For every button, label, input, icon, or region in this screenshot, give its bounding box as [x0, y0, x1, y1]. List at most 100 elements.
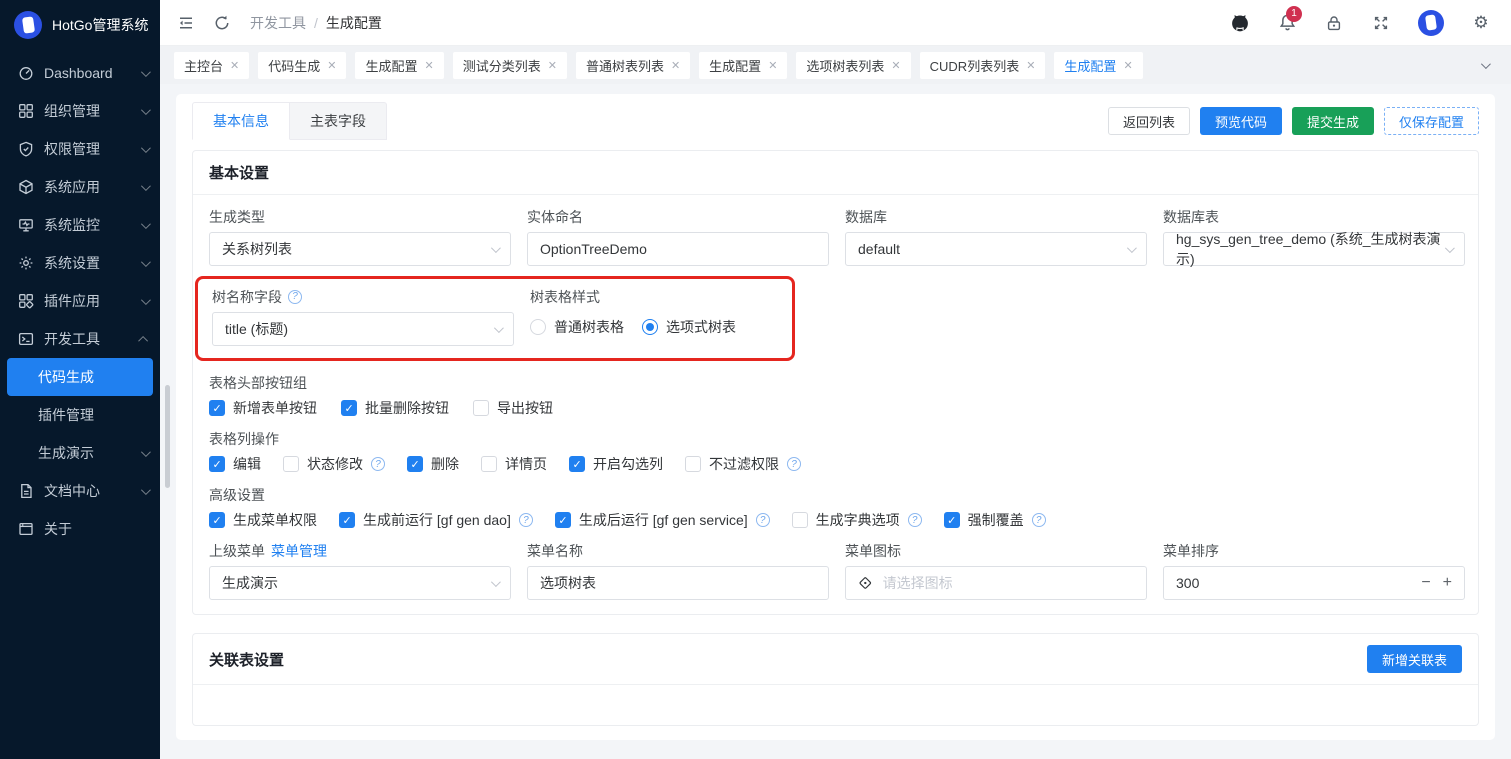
- settings-gear-icon[interactable]: ⚙: [1471, 13, 1491, 33]
- minus-button[interactable]: −: [1421, 575, 1430, 591]
- menu-sort-value[interactable]: 300: [1176, 575, 1421, 591]
- sidebar-subitem-codegen[interactable]: 代码生成: [7, 358, 153, 396]
- nav-tab[interactable]: 测试分类列表: [453, 52, 567, 79]
- section-title: 基本设置: [193, 151, 1478, 195]
- app-title: HotGo管理系统: [52, 15, 148, 35]
- monitor-icon: [18, 217, 34, 233]
- help-icon[interactable]: [1032, 513, 1046, 527]
- sidebar-item-label: 关于: [44, 519, 148, 539]
- sidebar-item-sysmonitor[interactable]: 系统监控: [0, 206, 160, 244]
- save-config-only-button[interactable]: 仅保存配置: [1384, 107, 1479, 135]
- nav-tab[interactable]: 选项树表列表: [796, 52, 910, 79]
- nav-tab[interactable]: 主控台: [174, 52, 249, 79]
- database-table-select[interactable]: hg_sys_gen_tree_demo (系统_生成树表演示): [1163, 232, 1465, 266]
- tab-list-dropdown[interactable]: [1471, 62, 1497, 69]
- checkbox-delete[interactable]: 删除: [407, 454, 459, 474]
- checkbox-check-column[interactable]: 开启勾选列: [569, 454, 663, 474]
- radio-normal-tree[interactable]: 普通树表格: [530, 317, 624, 337]
- nav-tab[interactable]: 生成配置: [699, 52, 787, 79]
- cube-icon: [18, 179, 34, 195]
- close-icon[interactable]: [230, 59, 239, 72]
- nav-tab[interactable]: 代码生成: [258, 52, 346, 79]
- nav-tab[interactable]: CUDR列表列表: [920, 52, 1046, 79]
- checkbox-dict-options[interactable]: 生成字典选项: [792, 510, 922, 530]
- header-actions: 1 ⚙: [1230, 10, 1491, 36]
- nav-tab[interactable]: 生成配置: [355, 52, 443, 79]
- close-icon[interactable]: [768, 59, 777, 72]
- checkbox-edit[interactable]: 编辑: [209, 454, 261, 474]
- help-icon[interactable]: [756, 513, 770, 527]
- nav-tab-active[interactable]: 生成配置: [1054, 52, 1142, 79]
- chevron-down-icon: [141, 67, 151, 77]
- sidebar-item-devtools[interactable]: 开发工具: [0, 320, 160, 358]
- refresh-icon[interactable]: [212, 13, 232, 33]
- sidebar-item-docs[interactable]: 文档中心: [0, 472, 160, 510]
- sidebar-item-sysapp[interactable]: 系统应用: [0, 168, 160, 206]
- sidebar-item-org[interactable]: 组织管理: [0, 92, 160, 130]
- scrollbar-thumb[interactable]: [165, 385, 170, 488]
- add-relation-table-button[interactable]: 新增关联表: [1367, 645, 1462, 673]
- checkbox-run-before[interactable]: 生成前运行 [gf gen dao]: [339, 510, 533, 530]
- help-icon[interactable]: [787, 457, 801, 471]
- gen-type-select[interactable]: 关系树列表: [209, 232, 511, 266]
- back-to-list-button[interactable]: 返回列表: [1108, 107, 1190, 135]
- menu-manage-link[interactable]: 菜单管理: [271, 541, 327, 561]
- menu-name-input[interactable]: [540, 575, 816, 591]
- close-icon[interactable]: [548, 59, 557, 72]
- checkbox-export[interactable]: 导出按钮: [473, 398, 553, 418]
- checkbox-batch-delete[interactable]: 批量删除按钮: [341, 398, 449, 418]
- aim-diamond-icon[interactable]: [858, 575, 873, 591]
- help-icon[interactable]: [288, 290, 302, 304]
- menu-icon-input[interactable]: [883, 575, 1134, 591]
- tab-main-fields[interactable]: 主表字段: [290, 102, 387, 140]
- close-icon[interactable]: [327, 59, 336, 72]
- checkbox-checked-icon: [339, 512, 355, 528]
- parent-menu-select[interactable]: 生成演示: [209, 566, 511, 600]
- field-database-table: 数据库表 hg_sys_gen_tree_demo (系统_生成树表演示): [1163, 207, 1465, 266]
- tree-name-select[interactable]: title (标题): [212, 312, 514, 346]
- checkbox-force-overwrite[interactable]: 强制覆盖: [944, 510, 1046, 530]
- checkbox-detail-page[interactable]: 详情页: [481, 454, 547, 474]
- checkbox-checked-icon: [209, 456, 225, 472]
- checkbox-gen-menu-auth[interactable]: 生成菜单权限: [209, 510, 317, 530]
- plus-button[interactable]: +: [1443, 575, 1452, 591]
- close-icon[interactable]: [424, 59, 433, 72]
- database-select[interactable]: default: [845, 232, 1147, 266]
- github-icon[interactable]: [1230, 13, 1250, 33]
- breadcrumb-parent[interactable]: 开发工具: [250, 13, 306, 33]
- tab-basic-info[interactable]: 基本信息: [192, 102, 290, 140]
- lock-icon[interactable]: [1324, 13, 1344, 33]
- field-label: 生成类型: [209, 207, 511, 226]
- submit-generate-button[interactable]: 提交生成: [1292, 107, 1374, 135]
- radio-label: 选项式树表: [666, 317, 736, 337]
- chevron-down-icon: [494, 323, 504, 333]
- sidebar-item-syssettings[interactable]: 系统设置: [0, 244, 160, 282]
- close-icon[interactable]: [1123, 59, 1132, 72]
- sidebar-item-permission[interactable]: 权限管理: [0, 130, 160, 168]
- radio-option-tree[interactable]: 选项式树表: [642, 317, 736, 337]
- sidebar-item-about[interactable]: 关于: [0, 510, 160, 548]
- help-icon[interactable]: [371, 457, 385, 471]
- checkbox-label: 编辑: [233, 454, 261, 474]
- sidebar-item-plugins[interactable]: 插件应用: [0, 282, 160, 320]
- close-icon[interactable]: [1026, 59, 1035, 72]
- checkbox-status-edit[interactable]: 状态修改: [283, 454, 385, 474]
- fullscreen-icon[interactable]: [1371, 13, 1391, 33]
- notification-bell-icon[interactable]: 1: [1277, 13, 1297, 33]
- nav-tab[interactable]: 普通树表列表: [576, 52, 690, 79]
- collapse-menu-icon[interactable]: [176, 13, 196, 33]
- avatar[interactable]: [1418, 10, 1444, 36]
- logo[interactable]: HotGo管理系统: [0, 0, 160, 50]
- sidebar-subitem-pluginmanage[interactable]: 插件管理: [0, 396, 160, 434]
- close-icon[interactable]: [671, 59, 680, 72]
- checkbox-add-form[interactable]: 新增表单按钮: [209, 398, 317, 418]
- help-icon[interactable]: [908, 513, 922, 527]
- checkbox-run-after[interactable]: 生成后运行 [gf gen service]: [555, 510, 770, 530]
- entity-name-input[interactable]: [540, 241, 816, 257]
- sidebar-item-dashboard[interactable]: Dashboard: [0, 54, 160, 92]
- preview-code-button[interactable]: 预览代码: [1200, 107, 1282, 135]
- close-icon[interactable]: [891, 59, 900, 72]
- checkbox-no-filter-auth[interactable]: 不过滤权限: [685, 454, 801, 474]
- help-icon[interactable]: [519, 513, 533, 527]
- sidebar-subitem-gendemo[interactable]: 生成演示: [0, 434, 160, 472]
